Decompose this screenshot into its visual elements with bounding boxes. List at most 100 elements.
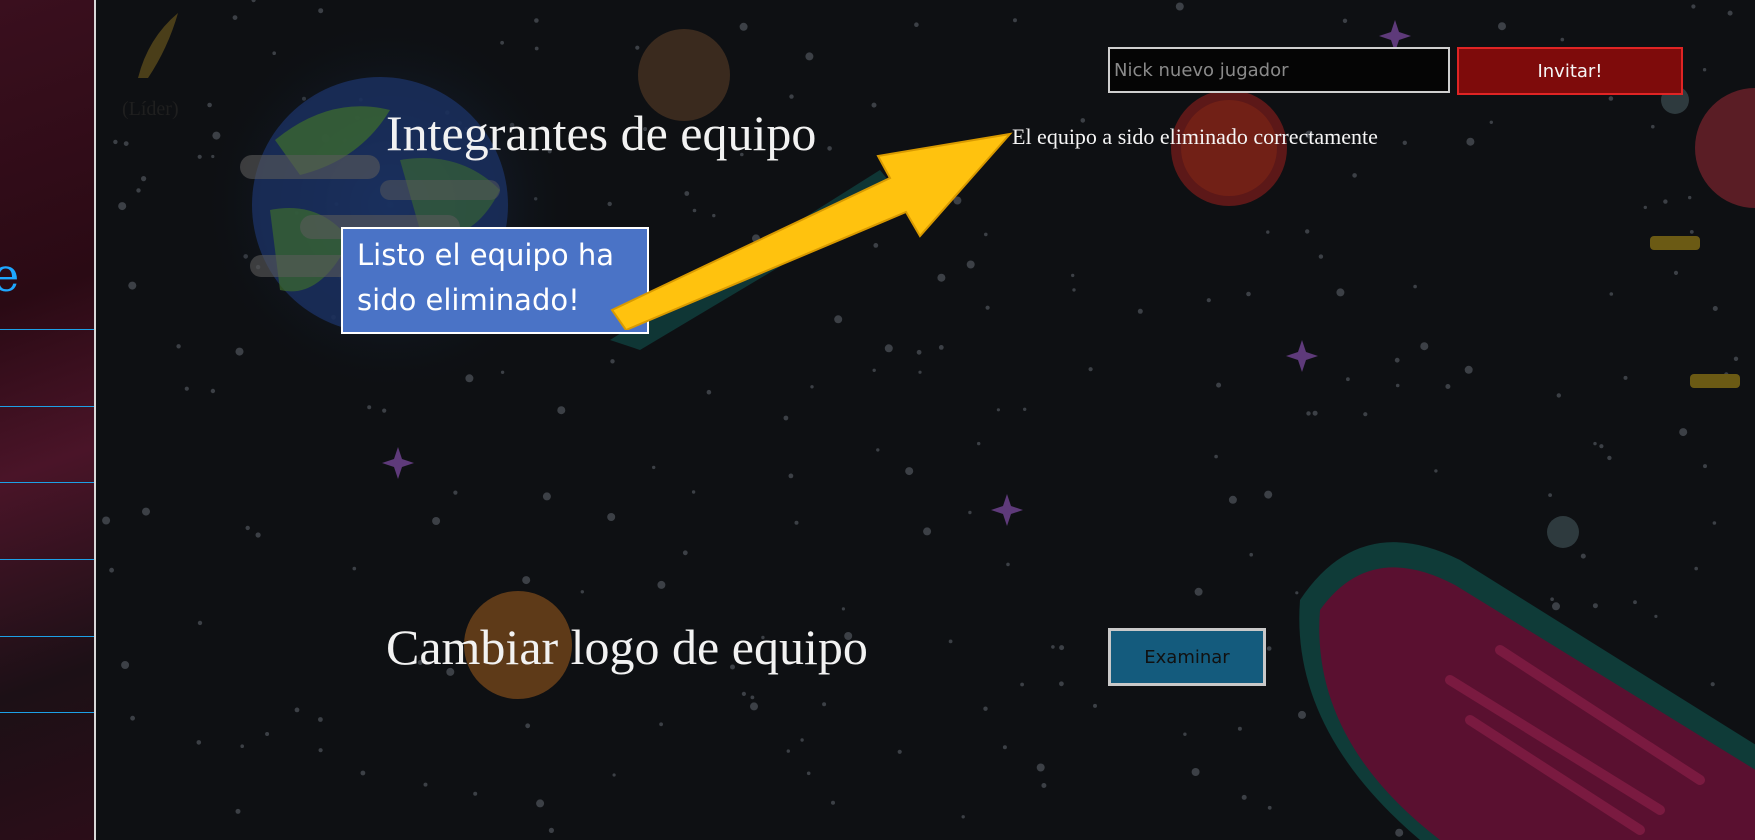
star	[235, 808, 241, 814]
star	[1402, 140, 1408, 145]
star	[536, 799, 545, 808]
star	[1688, 195, 1692, 200]
star	[1694, 566, 1698, 571]
star	[1654, 614, 1658, 619]
star	[1445, 384, 1451, 389]
star	[1702, 68, 1707, 72]
star	[741, 691, 747, 697]
star	[318, 748, 323, 753]
star	[841, 607, 846, 611]
star	[142, 507, 150, 516]
star	[245, 525, 250, 531]
star	[102, 516, 111, 525]
star	[1298, 710, 1306, 719]
star	[1363, 412, 1368, 417]
sidebar-item[interactable]	[0, 483, 94, 558]
star	[265, 732, 270, 736]
star	[1036, 763, 1045, 772]
star	[1312, 410, 1318, 416]
star	[130, 715, 136, 721]
star	[136, 188, 141, 193]
star	[1710, 682, 1715, 687]
star	[750, 695, 755, 700]
star	[657, 580, 666, 589]
star	[534, 18, 539, 23]
star	[659, 722, 663, 727]
star	[1071, 273, 1075, 278]
sidebar-item[interactable]	[0, 407, 94, 481]
star	[607, 513, 616, 521]
star	[1673, 270, 1679, 275]
star	[783, 415, 789, 421]
star	[1712, 521, 1717, 525]
annotation-arrow-icon	[610, 132, 1013, 330]
star	[1580, 553, 1586, 559]
star	[1020, 682, 1024, 687]
star	[1013, 18, 1017, 23]
star	[542, 492, 551, 501]
star	[905, 467, 914, 476]
star	[871, 102, 877, 108]
star	[822, 702, 827, 707]
sidebar-item[interactable]	[0, 637, 94, 711]
star	[1464, 365, 1473, 374]
star	[706, 389, 712, 395]
star	[1191, 768, 1200, 776]
invite-button[interactable]: Invitar!	[1457, 47, 1683, 95]
star	[682, 550, 688, 556]
team-logo-icon	[138, 13, 178, 78]
browse-logo-button[interactable]: Examinar	[1108, 628, 1266, 686]
star	[1593, 441, 1597, 446]
star	[610, 359, 615, 364]
star	[1183, 732, 1187, 736]
sidebar-item[interactable]	[0, 330, 94, 405]
star	[1556, 393, 1562, 398]
star	[118, 202, 127, 211]
star	[1093, 703, 1097, 708]
star	[1346, 377, 1350, 382]
star	[1352, 173, 1357, 178]
star	[207, 102, 212, 108]
star	[1051, 645, 1055, 649]
sidebar: e	[0, 0, 96, 840]
star	[938, 345, 944, 350]
star	[500, 370, 505, 374]
star	[1214, 454, 1218, 459]
star	[232, 15, 238, 20]
star	[918, 370, 922, 374]
star	[1072, 288, 1076, 292]
star	[1246, 291, 1251, 297]
star	[1420, 342, 1429, 351]
star	[1206, 298, 1211, 303]
new-player-nick-input[interactable]	[1108, 47, 1450, 93]
status-message: El equipo a sido eliminado correctamente	[1012, 124, 1378, 149]
star	[996, 408, 1001, 412]
star	[1241, 794, 1247, 800]
star	[1137, 308, 1143, 314]
star	[525, 723, 531, 729]
star	[750, 702, 758, 711]
star	[382, 408, 387, 413]
spaceships	[1650, 236, 1740, 388]
star	[1088, 367, 1093, 372]
star	[109, 567, 114, 573]
star	[794, 520, 799, 525]
star	[1552, 602, 1560, 611]
sidebar-item[interactable]	[0, 560, 94, 635]
star	[805, 52, 814, 61]
star	[961, 815, 965, 819]
star	[1498, 22, 1506, 31]
star	[884, 344, 893, 353]
star	[1395, 828, 1404, 837]
star	[1548, 493, 1552, 497]
star	[806, 771, 811, 776]
star	[1194, 587, 1203, 596]
star	[522, 576, 531, 585]
star	[1022, 407, 1027, 411]
star	[121, 661, 130, 669]
star	[1703, 464, 1707, 469]
star	[739, 22, 748, 31]
star	[1733, 356, 1739, 361]
star	[691, 490, 696, 494]
star	[367, 405, 372, 410]
